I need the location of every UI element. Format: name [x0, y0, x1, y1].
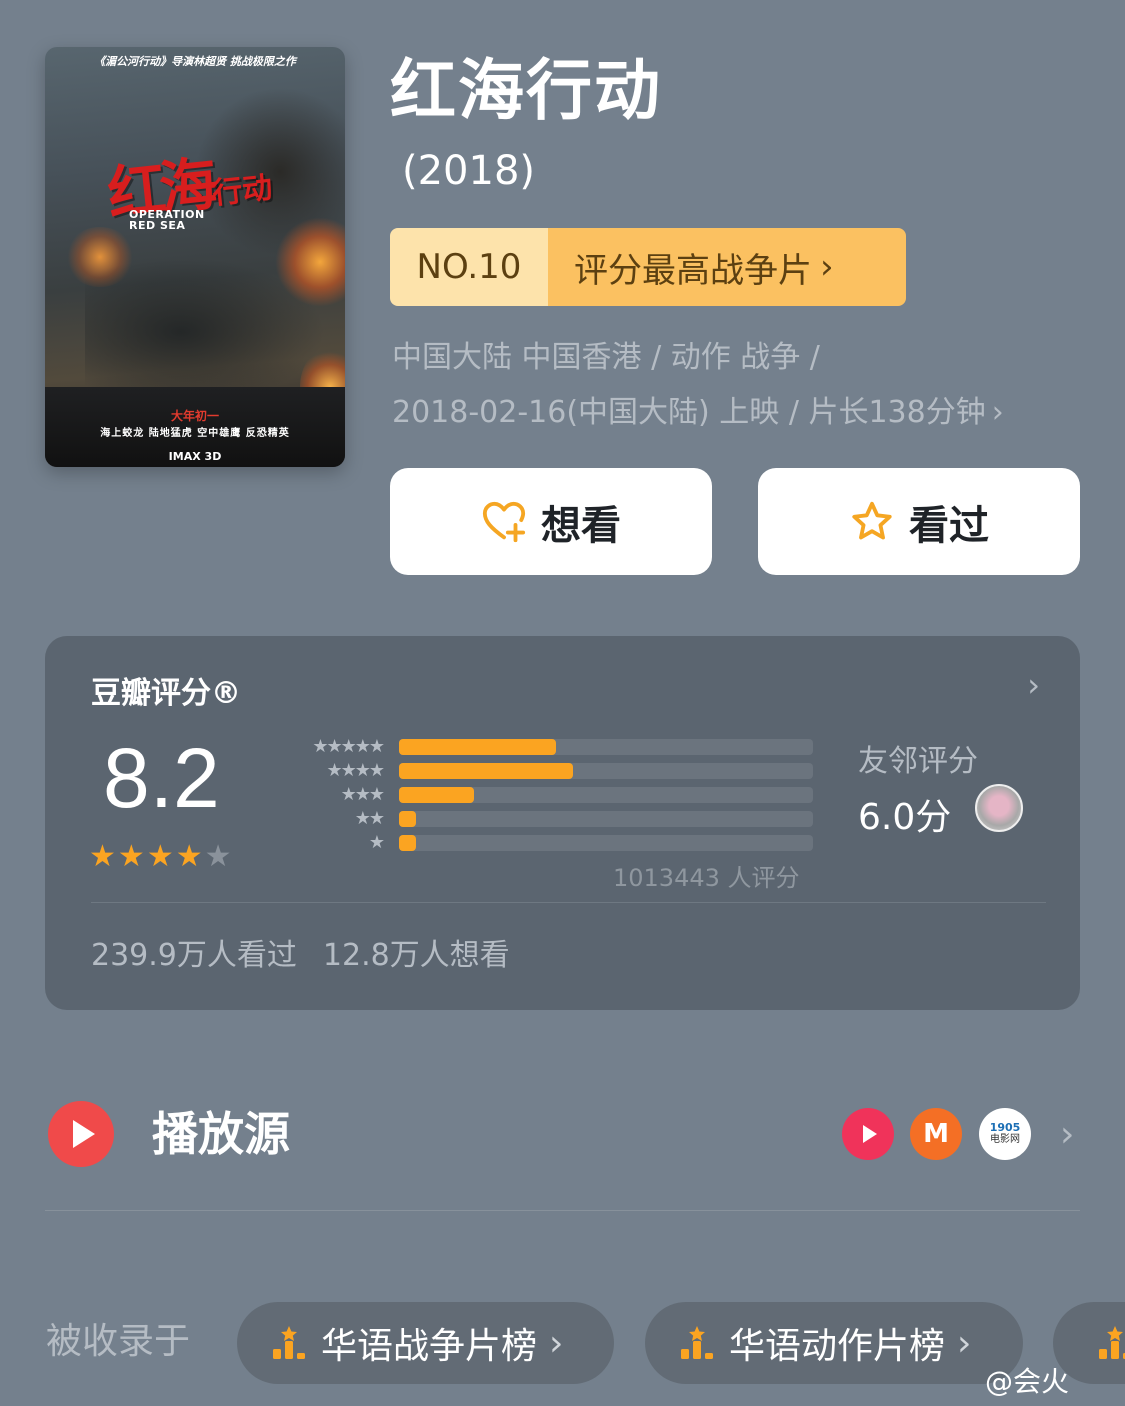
- star-filled-icon: ★: [117, 839, 145, 874]
- movie-title: 红海行动: [390, 52, 662, 129]
- rating-card[interactable]: 豆瓣评分® › 8.2 ★ ★ ★ ★ ★ ★★★★★ ★★★★ ★★★ ★★ ★ 101344…: [45, 636, 1080, 1010]
- distribution-bar-fill: [399, 739, 557, 755]
- rating-distribution-row: ★★★★★: [275, 738, 815, 756]
- star-filled-icon: ★: [89, 839, 116, 874]
- movie-meta-regions-genres: 中国大陆 中国香港 / 动作 战争 /: [392, 340, 820, 375]
- heart-plus-icon: [482, 501, 526, 542]
- distribution-bar-track: [399, 835, 813, 851]
- poster-release-note: 大年初一: [170, 409, 219, 423]
- chevron-right-icon: ›: [1027, 666, 1040, 704]
- rating-distribution-row: ★★: [275, 810, 815, 828]
- watched-label: 看过: [909, 502, 989, 549]
- poster-english-title: OPERATION RED SEA: [129, 208, 205, 232]
- movie-meta-release-runtime[interactable]: 2018-02-16(中国大陆) 上映 / 片长138分钟 ›: [392, 393, 1004, 433]
- mgtv-icon[interactable]: M: [910, 1108, 962, 1160]
- chevron-right-icon: ›: [991, 395, 1004, 430]
- chevron-right-icon[interactable]: ›: [1060, 1114, 1074, 1155]
- friend-rating-score: 6.0分: [858, 797, 952, 838]
- distribution-stars-icon: ★★★: [340, 784, 385, 805]
- mgtv-glyph: M: [923, 1119, 949, 1149]
- distribution-bar-fill: [399, 811, 416, 827]
- chevron-right-icon: ›: [820, 247, 834, 287]
- 1905-logo-subtext: 电影网: [990, 1134, 1020, 1145]
- friend-rating-label: 友邻评分: [858, 744, 978, 779]
- movie-year: (2018): [402, 148, 536, 194]
- list-chip-label: 华语战争片榜: [321, 1326, 538, 1367]
- 1905-logo-text: 1905: [989, 1121, 1021, 1134]
- distribution-bar-fill: [399, 835, 416, 851]
- watch-stats: 239.9万人看过 12.8万人想看: [91, 930, 510, 974]
- distribution-bar-track: [399, 811, 813, 827]
- ranking-icon: [681, 1326, 713, 1359]
- star-outline-icon: [852, 501, 892, 539]
- star-filled-icon: ★: [175, 839, 203, 874]
- distribution-stars-icon: ★★★★★: [312, 736, 385, 757]
- poster-tagline: 《湄公河行动》导演林超贤 挑战极限之作: [94, 55, 296, 68]
- rating-score: 8.2: [103, 731, 220, 825]
- star-empty-icon: ★: [204, 839, 232, 874]
- douban-rating-label: 豆瓣评分®: [91, 676, 241, 711]
- ranking-icon: [1099, 1326, 1125, 1359]
- list-chip-war[interactable]: 华语战争片榜 ›: [237, 1302, 614, 1384]
- iqiyi-icon[interactable]: [842, 1108, 894, 1160]
- distribution-bar-track: [399, 763, 813, 779]
- included-in-label: 被收录于: [46, 1321, 191, 1362]
- want-count: 12.8万人想看: [322, 938, 510, 973]
- rating-distribution-row: ★: [275, 834, 815, 852]
- friend-avatar[interactable]: [975, 784, 1023, 832]
- rank-category: 评分最高战争片 ›: [548, 228, 906, 306]
- poster-format: IMAX 3D: [168, 450, 222, 463]
- rank-category-label: 评分最高战争片: [574, 250, 812, 291]
- distribution-stars-icon: ★★: [354, 808, 385, 829]
- divider: [45, 1210, 1080, 1211]
- rank-number: NO.10: [390, 228, 548, 306]
- seen-count: 239.9万人看过: [91, 938, 297, 973]
- poster-cast-line: 海上蛟龙 陆地猛虎 空中雄鹰 反恐精英: [100, 428, 290, 439]
- distribution-bar-track: [399, 739, 813, 755]
- list-chip-action[interactable]: 华语动作片榜 ›: [645, 1302, 1023, 1384]
- distribution-bar-fill: [399, 787, 474, 803]
- weibo-watermark: @会火: [985, 1365, 1070, 1398]
- want-to-watch-label: 想看: [541, 502, 621, 549]
- play-sources-title: 播放源: [152, 1107, 290, 1161]
- distribution-stars-icon: ★: [368, 832, 385, 853]
- movie-meta-release-text: 2018-02-16(中国大陆) 上映 / 片长138分钟: [392, 395, 986, 430]
- list-chip-label: 华语动作片榜: [729, 1326, 946, 1367]
- 1905-icon[interactable]: 1905 电影网: [979, 1108, 1031, 1160]
- ranking-icon: [273, 1326, 305, 1359]
- play-icon: [48, 1101, 114, 1167]
- star-filled-icon: ★: [146, 839, 174, 874]
- ranking-badge[interactable]: NO.10 评分最高战争片 ›: [390, 228, 906, 306]
- want-to-watch-button[interactable]: 想看: [390, 468, 712, 575]
- watched-button[interactable]: 看过: [758, 468, 1080, 575]
- rating-count: 1013443 人评分: [613, 864, 800, 892]
- movie-poster[interactable]: 《湄公河行动》导演林超贤 挑战极限之作 红海行动 OPERATION RED S…: [45, 47, 345, 467]
- distribution-bar-fill: [399, 763, 573, 779]
- chevron-right-icon: ›: [957, 1322, 972, 1364]
- distribution-stars-icon: ★★★★: [326, 760, 385, 781]
- divider: [91, 902, 1046, 903]
- rating-distribution-row: ★★★: [275, 786, 815, 804]
- rating-stars: ★ ★ ★ ★ ★: [89, 840, 232, 874]
- poster-soldiers: [85, 257, 325, 407]
- rating-distribution-row: ★★★★: [275, 762, 815, 780]
- distribution-bar-track: [399, 787, 813, 803]
- chevron-right-icon: ›: [549, 1322, 564, 1364]
